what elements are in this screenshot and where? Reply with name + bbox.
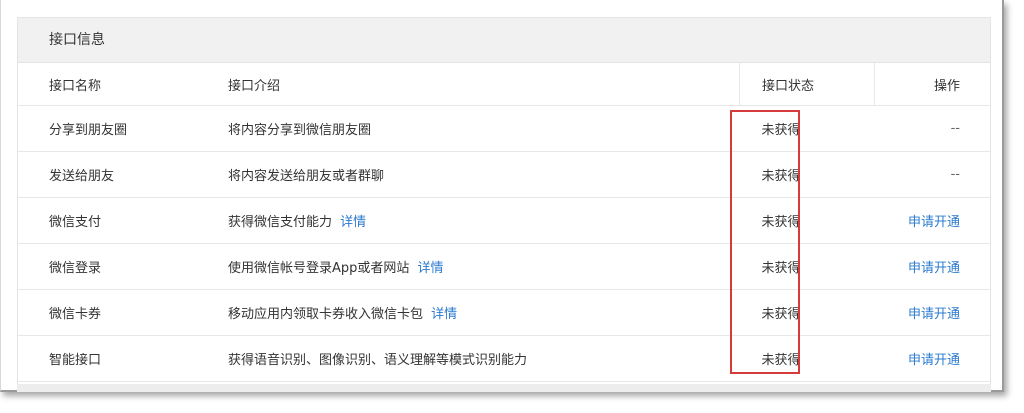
panel-title: 接口信息: [18, 18, 990, 63]
interface-desc-cell: 将内容发送给朋友或者群聊: [228, 151, 740, 198]
table-row: 微信卡券 移动应用内领取卡券收入微信卡包 详情 未获得 申请开通: [18, 289, 990, 336]
interface-status: 未获得: [739, 335, 875, 382]
interface-status: 未获得: [739, 289, 875, 336]
interface-op-cell: --: [874, 105, 990, 152]
table-row: 微信登录 使用微信帐号登录App或者网站 详情 未获得 申请开通: [18, 243, 990, 290]
table-header-row: 接口名称 接口介绍 接口状态 操作: [18, 63, 990, 106]
interface-name: 发送给朋友: [18, 151, 228, 198]
screenshot-frame: 接口信息 接口名称 接口介绍 接口状态 操作 分享到朋友圈 将内容分享到微信朋友…: [0, 0, 1004, 392]
interface-name: 分享到朋友圈: [18, 105, 228, 152]
interface-op-cell: 申请开通: [874, 243, 990, 290]
interface-desc: 获得语音识别、图像识别、语义理解等模式识别能力: [228, 353, 528, 368]
interface-status: 未获得: [739, 197, 875, 244]
table-row: 发送给朋友 将内容发送给朋友或者群聊 未获得 --: [18, 151, 990, 198]
interface-info-panel: 接口信息 接口名称 接口介绍 接口状态 操作 分享到朋友圈 将内容分享到微信朋友…: [17, 17, 991, 385]
interface-desc: 获得微信支付能力: [228, 215, 333, 230]
interface-op-cell: 申请开通: [874, 197, 990, 244]
detail-link[interactable]: 详情: [431, 307, 457, 322]
interface-desc: 使用微信帐号登录App或者网站: [228, 261, 410, 276]
detail-link[interactable]: 详情: [418, 261, 444, 276]
column-header-status: 接口状态: [739, 63, 875, 106]
interface-name: 微信卡券: [18, 289, 228, 336]
column-header-op: 操作: [874, 63, 990, 106]
op-placeholder: --: [950, 121, 960, 136]
apply-open-link[interactable]: 申请开通: [908, 307, 960, 322]
column-header-name: 接口名称: [18, 63, 228, 106]
table-row: 智能接口 获得语音识别、图像识别、语义理解等模式识别能力 未获得 申请开通: [18, 335, 990, 382]
interface-desc-cell: 获得微信支付能力 详情: [228, 197, 740, 244]
interface-status: 未获得: [739, 151, 875, 198]
interface-desc: 移动应用内领取卡券收入微信卡包: [228, 307, 424, 322]
interface-op-cell: 申请开通: [874, 289, 990, 336]
interface-op-cell: --: [874, 151, 990, 198]
interface-status: 未获得: [739, 243, 875, 290]
interface-desc-cell: 移动应用内领取卡券收入微信卡包 详情: [228, 289, 740, 336]
detail-link[interactable]: 详情: [340, 215, 366, 230]
op-placeholder: --: [950, 167, 960, 182]
interface-table: 接口名称 接口介绍 接口状态 操作 分享到朋友圈 将内容分享到微信朋友圈 未获得…: [18, 63, 990, 382]
panel-bottom-strip: [17, 384, 991, 392]
interface-desc: 将内容分享到微信朋友圈: [228, 123, 372, 138]
interface-op-cell: 申请开通: [874, 335, 990, 382]
interface-desc-cell: 将内容分享到微信朋友圈: [228, 105, 740, 152]
apply-open-link[interactable]: 申请开通: [908, 215, 960, 230]
interface-name: 微信支付: [18, 197, 228, 244]
interface-status: 未获得: [739, 105, 875, 152]
table-row: 分享到朋友圈 将内容分享到微信朋友圈 未获得 --: [18, 105, 990, 152]
interface-name: 微信登录: [18, 243, 228, 290]
apply-open-link[interactable]: 申请开通: [908, 261, 960, 276]
column-header-desc: 接口介绍: [228, 63, 740, 106]
apply-open-link[interactable]: 申请开通: [908, 353, 960, 368]
interface-desc-cell: 获得语音识别、图像识别、语义理解等模式识别能力: [228, 335, 740, 382]
interface-name: 智能接口: [18, 335, 228, 382]
interface-desc-cell: 使用微信帐号登录App或者网站 详情: [228, 243, 740, 290]
interface-desc: 将内容发送给朋友或者群聊: [228, 169, 385, 184]
table-row: 微信支付 获得微信支付能力 详情 未获得 申请开通: [18, 197, 990, 244]
